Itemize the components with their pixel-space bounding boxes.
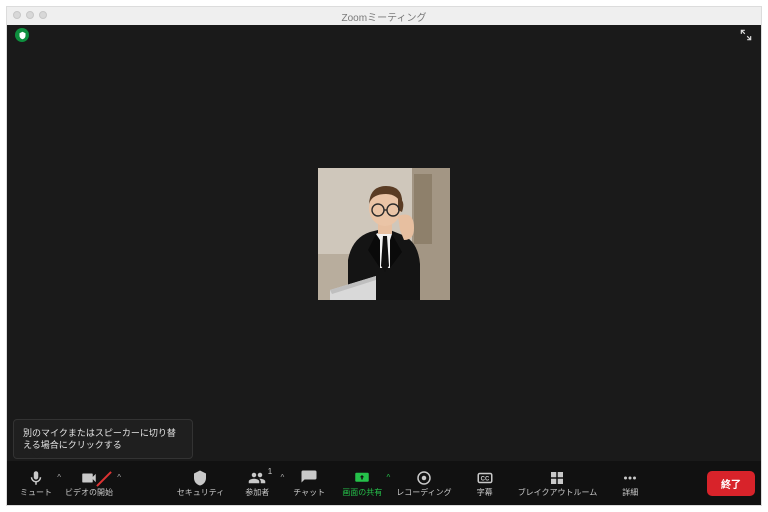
share-screen-icon	[353, 469, 371, 487]
window-controls[interactable]	[13, 11, 47, 19]
grid-icon	[548, 469, 566, 487]
chat-icon	[300, 469, 318, 487]
cc-icon: CC	[476, 469, 494, 487]
audio-caret-tooltip: 別のマイクまたはスピーカーに切り替える場合にクリックする	[13, 419, 193, 459]
more-button[interactable]: 詳細	[605, 467, 655, 500]
share-screen-button[interactable]: 画面の共有 ^	[336, 467, 388, 500]
svg-text:CC: CC	[480, 476, 489, 482]
app-window: Zoomミーティング	[6, 6, 762, 506]
security-button[interactable]: セキュリティ	[171, 467, 231, 500]
record-button[interactable]: レコーディング	[390, 467, 457, 500]
record-icon	[415, 469, 433, 487]
fullscreen-icon[interactable]	[739, 28, 753, 42]
encryption-icon[interactable]	[15, 28, 29, 42]
video-stage	[7, 25, 761, 461]
chat-button[interactable]: チャット	[284, 467, 334, 500]
meeting-toolbar: ミュート ^ ビデオの開始 ^ セキュリティ 参加者 1 ^	[7, 461, 761, 505]
close-window-icon[interactable]	[13, 11, 21, 19]
video-icon	[80, 469, 98, 487]
video-caret-icon[interactable]: ^	[117, 473, 121, 482]
window-title: Zoomミーティング	[342, 9, 427, 24]
microphone-icon	[27, 469, 45, 487]
participants-count: 1	[268, 467, 272, 476]
participants-icon	[248, 469, 266, 487]
breakout-rooms-button[interactable]: ブレイクアウトルーム	[512, 467, 604, 500]
minimize-window-icon[interactable]	[26, 11, 34, 19]
more-icon	[621, 469, 639, 487]
slash-icon	[96, 471, 112, 487]
mute-button[interactable]: ミュート ^	[13, 467, 59, 500]
start-video-button[interactable]: ビデオの開始 ^	[59, 467, 119, 500]
participants-button[interactable]: 参加者 1 ^	[232, 467, 282, 500]
end-meeting-button[interactable]: 終了	[707, 471, 755, 496]
cc-button[interactable]: CC 字幕	[460, 467, 510, 500]
titlebar: Zoomミーティング	[7, 7, 761, 25]
participant-avatar	[318, 168, 450, 300]
maximize-window-icon[interactable]	[39, 11, 47, 19]
shield-icon	[191, 469, 209, 487]
